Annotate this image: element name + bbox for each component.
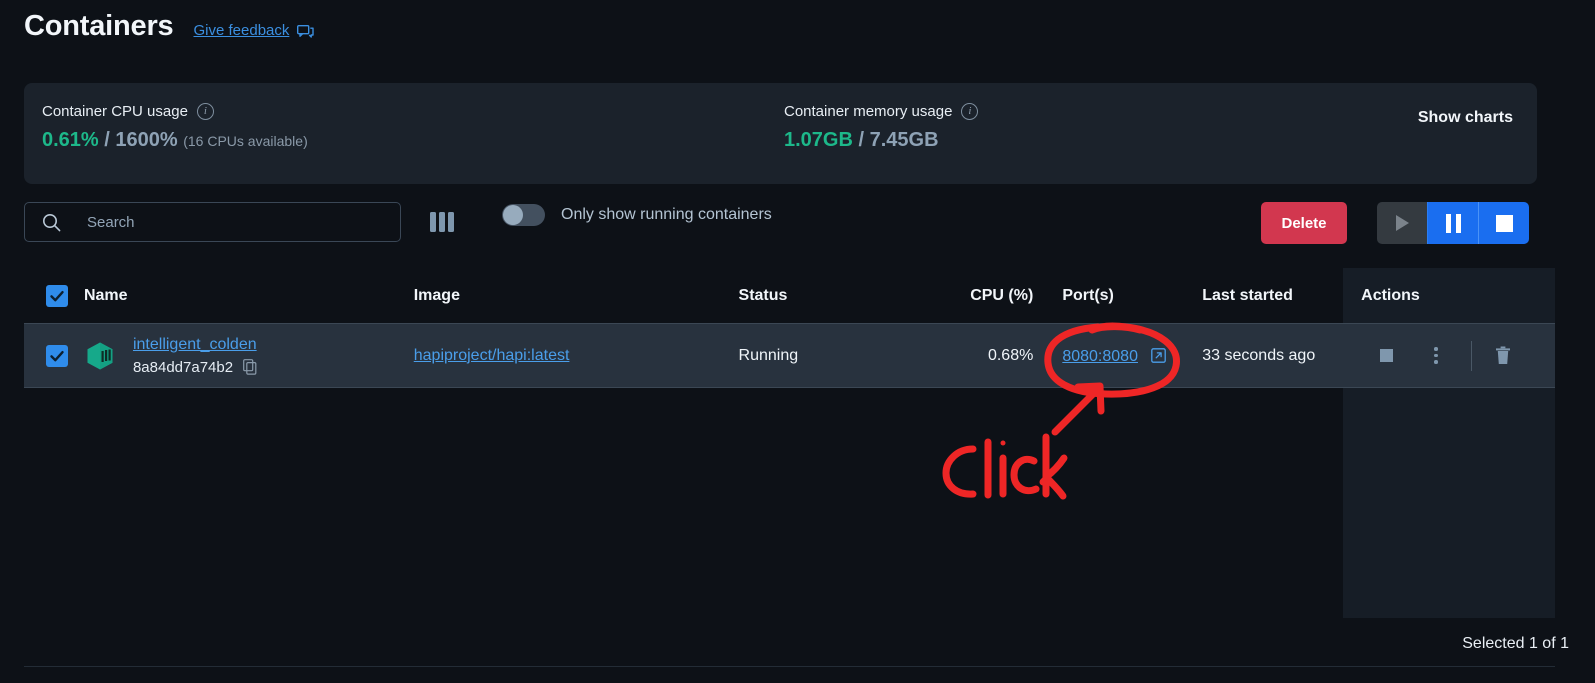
container-name-link[interactable]: intelligent_colden [133,336,257,354]
container-id: 8a84dd7a74b2 [132,358,234,376]
memory-usage-label: Container memory usage [784,103,953,120]
show-charts-button[interactable]: Show charts [1418,109,1513,127]
search-icon [42,213,61,232]
container-last-started-cell: 33 seconds ago [1178,347,1343,365]
row-checkbox[interactable] [45,344,68,367]
container-image-cell: hapiproject/hapi:latest [414,347,739,365]
cpu-info-icon[interactable]: i [196,103,214,120]
header-name[interactable]: Name [84,287,414,305]
actions-divider [1471,340,1473,371]
cpu-value: 0.68% [987,346,1034,364]
play-button[interactable] [1377,202,1427,244]
selected-count: Selected 1 of 1 [1462,635,1569,652]
external-link-icon[interactable] [1151,347,1167,367]
cpu-usage-value: 0.61% [42,129,99,151]
row-delete-button[interactable] [1486,346,1520,365]
pause-icon [1445,213,1461,233]
only-running-toggle[interactable]: Only show running containers [502,204,772,226]
table-header-row: Name Image Status CPU (%) Port(s) Last s… [24,268,1555,323]
memory-usage-value: 1.07GB [784,129,853,151]
container-status-cell: Running [739,347,924,365]
header-cpu[interactable]: CPU (%) [923,287,1033,305]
delete-button[interactable]: Delete [1261,202,1347,244]
table-row[interactable]: intelligent_colden 8a84dd7a74b2 hapiproj… [24,323,1555,388]
stop-square-icon [1379,349,1393,362]
annotation-arrow-head [1074,382,1105,415]
toggle-switch[interactable] [502,204,545,226]
select-all-cell [24,284,84,307]
cpu-usage-note: (16 CPUs available) [183,133,308,149]
kebab-menu-icon [1434,347,1438,364]
container-actions-cell [1343,340,1555,371]
memory-info-icon[interactable]: i [961,103,979,120]
port-link[interactable]: 8080:8080 [1062,348,1138,365]
give-feedback[interactable]: Give feedback [193,22,315,40]
status-badge: Running [738,346,799,364]
copy-icon[interactable] [243,359,257,375]
container-port-cell: 8080:8080 [1033,346,1178,366]
cpu-usage-stat: Container CPU usage i 0.61% / 1600% (16 … [42,103,308,152]
cpu-usage-total: 1600% [115,129,178,151]
annotation-text [942,433,1068,500]
container-image-link[interactable]: hapiproject/hapi:latest [414,347,570,364]
row-menu-button[interactable] [1411,347,1461,364]
memory-usage-total: 7.45GB [869,129,939,151]
stop-icon [1495,214,1513,232]
container-action-buttons [1377,202,1529,244]
give-feedback-link[interactable]: Give feedback [193,22,289,39]
cpu-usage-separator: / [98,129,116,151]
containers-table: Name Image Status CPU (%) Port(s) Last s… [24,268,1555,388]
pause-button[interactable] [1427,202,1478,244]
header-ports[interactable]: Port(s) [1033,287,1178,305]
memory-usage-separator: / [852,129,870,151]
search-box[interactable] [24,202,401,242]
chat-bubbles-icon [297,24,315,40]
play-icon [1395,215,1409,231]
annotation-arrow-shaft [1051,385,1102,436]
stop-button[interactable] [1478,202,1529,244]
container-cpu-cell: 0.68% [923,347,1033,365]
trash-icon [1495,346,1511,365]
footer-divider [24,666,1555,667]
header-image[interactable]: Image [414,287,739,305]
container-cube-icon [84,340,116,372]
columns-icon[interactable] [430,210,458,234]
header-actions: Actions [1361,286,1420,304]
row-stop-button[interactable] [1361,349,1411,362]
toggle-knob [503,205,523,225]
container-name-cell: intelligent_colden 8a84dd7a74b2 [84,336,414,376]
containers-page: Containers Give feedback Container CPU u… [0,0,1595,683]
search-input[interactable] [87,213,400,231]
page-header: Containers Give feedback [24,10,315,43]
select-all-checkbox[interactable] [45,284,68,307]
header-status[interactable]: Status [739,287,924,305]
memory-usage-stat: Container memory usage i 1.07GB / 7.45GB [784,103,979,152]
table-toolbar: Only show running containers Delete [24,202,1529,244]
only-running-label: Only show running containers [561,206,772,223]
row-select-cell [24,344,84,367]
last-started-value: 33 seconds ago [1202,346,1316,364]
page-title: Containers [24,10,174,42]
resource-stats-panel: Container CPU usage i 0.61% / 1600% (16 … [24,83,1537,184]
cpu-usage-label: Container CPU usage [42,103,188,120]
header-last-started[interactable]: Last started [1178,287,1343,305]
